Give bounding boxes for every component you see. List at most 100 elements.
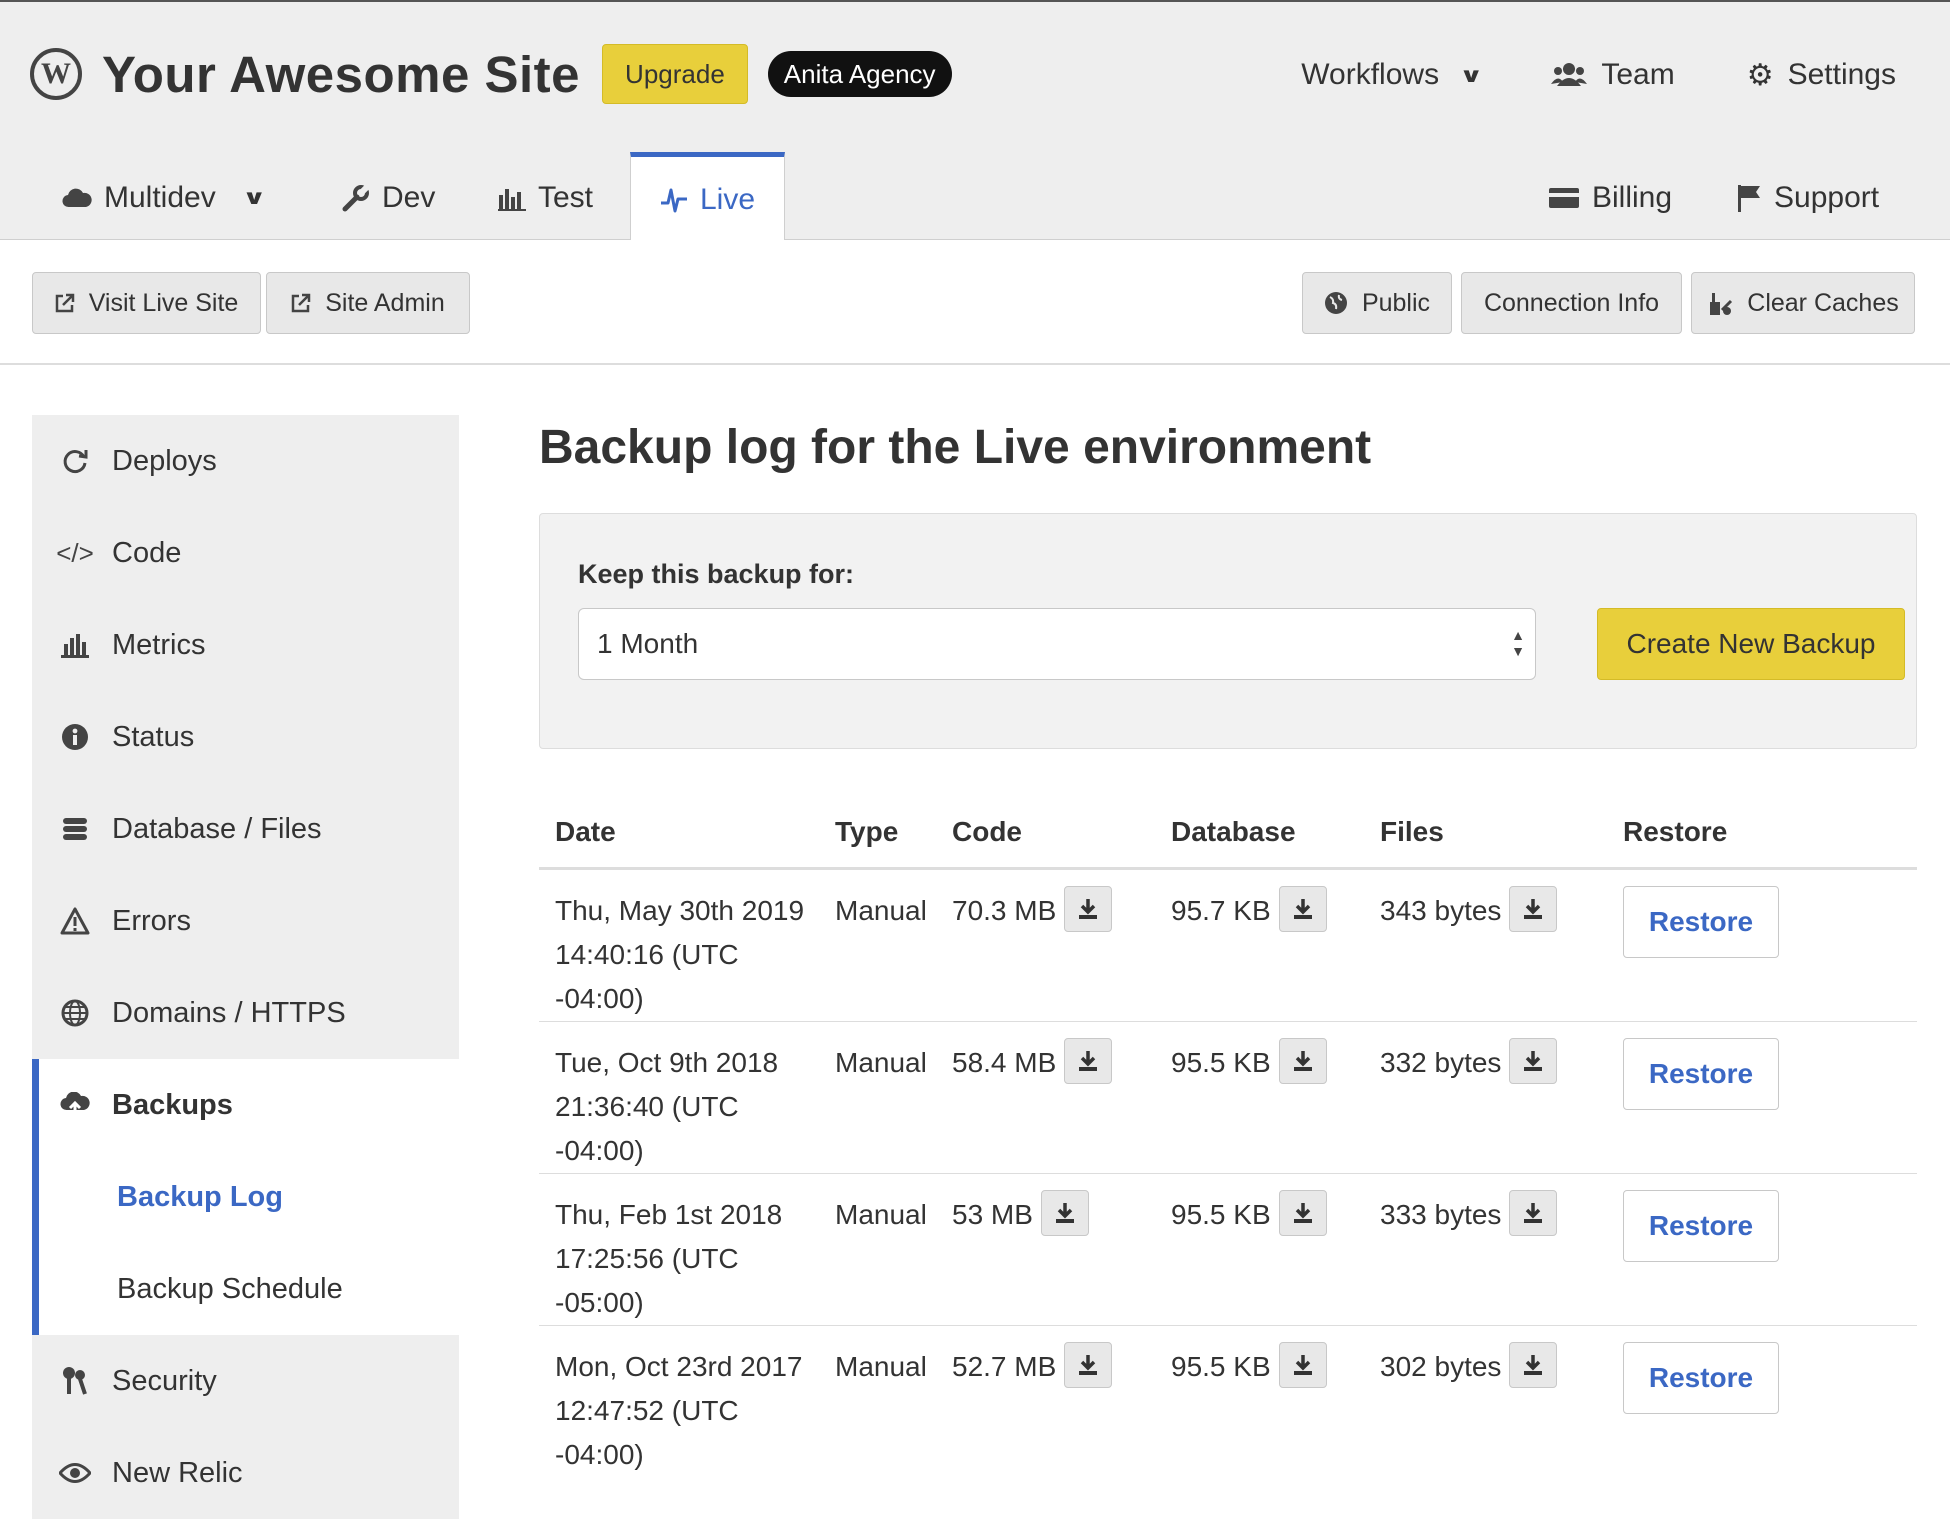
sidebar-item-new-relic[interactable]: New Relic [32, 1427, 459, 1519]
refresh-icon [58, 447, 92, 475]
type-cell: Manual [819, 1173, 936, 1326]
tab-live[interactable]: Live [630, 152, 785, 243]
files-cell: 343 bytes [1364, 868, 1607, 1022]
restore-button[interactable]: Restore [1623, 1189, 1779, 1262]
top-nav: Workflows ∨ Team ⚙ Settings [1301, 50, 1896, 100]
tab-dev-label: Dev [382, 180, 436, 214]
sidebar-item-label: Backups [112, 1088, 233, 1121]
code-icon: </> [56, 537, 94, 568]
restore-button[interactable]: Restore [1623, 1341, 1779, 1414]
database-size: 95.5 KB [1171, 1350, 1271, 1382]
download-code-button[interactable] [1040, 1189, 1089, 1236]
code-cell: 53 MB [936, 1173, 1155, 1326]
download-code-button[interactable] [1064, 1037, 1113, 1084]
sidebar-item-deploys[interactable]: Deploys [32, 415, 459, 507]
download-code-button[interactable] [1064, 885, 1113, 932]
support-label: Support [1774, 180, 1880, 214]
cloud-icon [62, 188, 92, 208]
billing-link[interactable]: Billing [1548, 152, 1672, 243]
clear-caches-label: Clear Caches [1747, 288, 1899, 317]
table-row: Thu, May 30th 2019 14:40:16 (UTC -04:00)… [539, 868, 1917, 1022]
backup-time: 12:47:52 (UTC -04:00) [555, 1394, 739, 1470]
agency-badge[interactable]: Anita Agency [767, 51, 952, 97]
database-size: 95.7 KB [1171, 894, 1271, 926]
download-icon [1079, 1050, 1098, 1071]
globe-icon [1324, 291, 1348, 315]
column-header-date: Date [539, 797, 819, 870]
retention-select[interactable]: 1 Month ▲ ▼ [578, 608, 1536, 680]
download-database-button[interactable] [1278, 1189, 1327, 1236]
create-new-backup-button[interactable]: Create New Backup [1597, 608, 1905, 680]
sidebar-item-label: Database / Files [112, 812, 322, 845]
tab-multidev[interactable]: Multidev ∨ [62, 152, 266, 243]
wordpress-logo-icon: W [30, 48, 82, 100]
table-row: Tue, Oct 9th 2018 21:36:40 (UTC -04:00) … [539, 1021, 1917, 1174]
download-icon [1055, 1202, 1074, 1223]
sidebar-item-domains-https[interactable]: Domains / HTTPS [32, 967, 459, 1059]
cloud-upload-icon [58, 1092, 92, 1118]
column-header-files: Files [1364, 797, 1607, 870]
external-link-icon [291, 293, 311, 313]
sidebar-subitem-backup-log[interactable]: Backup Log [39, 1151, 459, 1243]
site-admin-label: Site Admin [325, 288, 445, 317]
download-files-button[interactable] [1509, 1341, 1558, 1388]
connection-info-button[interactable]: Connection Info [1461, 272, 1682, 334]
site-title[interactable]: Your Awesome Site [102, 45, 580, 104]
sidebar-item-metrics[interactable]: Metrics [32, 599, 459, 691]
code-cell: 52.7 MB [936, 1325, 1155, 1477]
download-files-button[interactable] [1509, 1189, 1558, 1236]
wrench-icon [342, 184, 370, 212]
tab-test[interactable]: Test [498, 152, 593, 243]
files-cell: 332 bytes [1364, 1021, 1607, 1174]
download-icon [1293, 1202, 1312, 1223]
sidebar-subitem-backup-schedule[interactable]: Backup Schedule [39, 1243, 459, 1335]
code-size: 53 MB [952, 1198, 1033, 1230]
sidebar-item-security[interactable]: Security [32, 1335, 459, 1427]
code-size: 52.7 MB [952, 1350, 1057, 1382]
code-size: 70.3 MB [952, 894, 1057, 926]
download-files-button[interactable] [1509, 1037, 1558, 1084]
tab-dev[interactable]: Dev [342, 152, 435, 243]
sidebar-item-label: New Relic [112, 1456, 243, 1489]
download-database-button[interactable] [1278, 1037, 1327, 1084]
download-files-button[interactable] [1509, 885, 1558, 932]
chevron-down-icon: ∨ [241, 187, 267, 209]
create-backup-panel: Keep this backup for: 1 Month ▲ ▼ Create … [539, 513, 1917, 749]
settings-link[interactable]: ⚙ Settings [1747, 58, 1896, 93]
sidebar-item-code[interactable]: </> Code [32, 507, 459, 599]
sidebar-item-label: Errors [112, 904, 191, 937]
workflows-menu[interactable]: Workflows ∨ [1301, 58, 1483, 92]
sidebar-item-errors[interactable]: Errors [32, 875, 459, 967]
sidebar-item-backups[interactable]: Backups [39, 1059, 459, 1151]
download-database-button[interactable] [1278, 885, 1327, 932]
restore-button[interactable]: Restore [1623, 885, 1779, 958]
download-code-button[interactable] [1064, 1341, 1113, 1388]
visit-live-site-button[interactable]: Visit Live Site [32, 272, 261, 334]
team-link[interactable]: Team [1551, 58, 1675, 92]
column-header-database: Database [1155, 797, 1364, 870]
clear-caches-button[interactable]: Clear Caches [1691, 272, 1915, 334]
restore-cell: Restore [1607, 1325, 1917, 1477]
table-row: Mon, Oct 23rd 2017 12:47:52 (UTC -04:00)… [539, 1325, 1917, 1477]
support-link[interactable]: Support [1736, 152, 1879, 243]
info-icon [58, 723, 92, 751]
site-header: W Your Awesome Site Upgrade Anita Agency… [0, 0, 1950, 243]
public-button[interactable]: Public [1302, 272, 1452, 334]
site-admin-button[interactable]: Site Admin [266, 272, 470, 334]
column-header-code: Code [936, 797, 1155, 870]
download-icon [1524, 1202, 1543, 1223]
database-cell: 95.5 KB [1155, 1173, 1364, 1326]
tab-test-label: Test [538, 180, 594, 214]
restore-cell: Restore [1607, 1021, 1917, 1174]
upgrade-button[interactable]: Upgrade [602, 44, 748, 104]
column-header-type: Type [819, 797, 936, 870]
sidebar-item-database-files[interactable]: Database / Files [32, 783, 459, 875]
sidebar-group-backups: Backups Backup Log Backup Schedule [32, 1059, 459, 1335]
restore-button[interactable]: Restore [1623, 1037, 1779, 1110]
files-size: 332 bytes [1380, 1046, 1502, 1078]
restore-cell: Restore [1607, 1173, 1917, 1326]
sidebar-item-status[interactable]: Status [32, 691, 459, 783]
download-database-button[interactable] [1278, 1341, 1327, 1388]
files-size: 343 bytes [1380, 894, 1502, 926]
backup-time: 21:36:40 (UTC -04:00) [555, 1090, 739, 1166]
